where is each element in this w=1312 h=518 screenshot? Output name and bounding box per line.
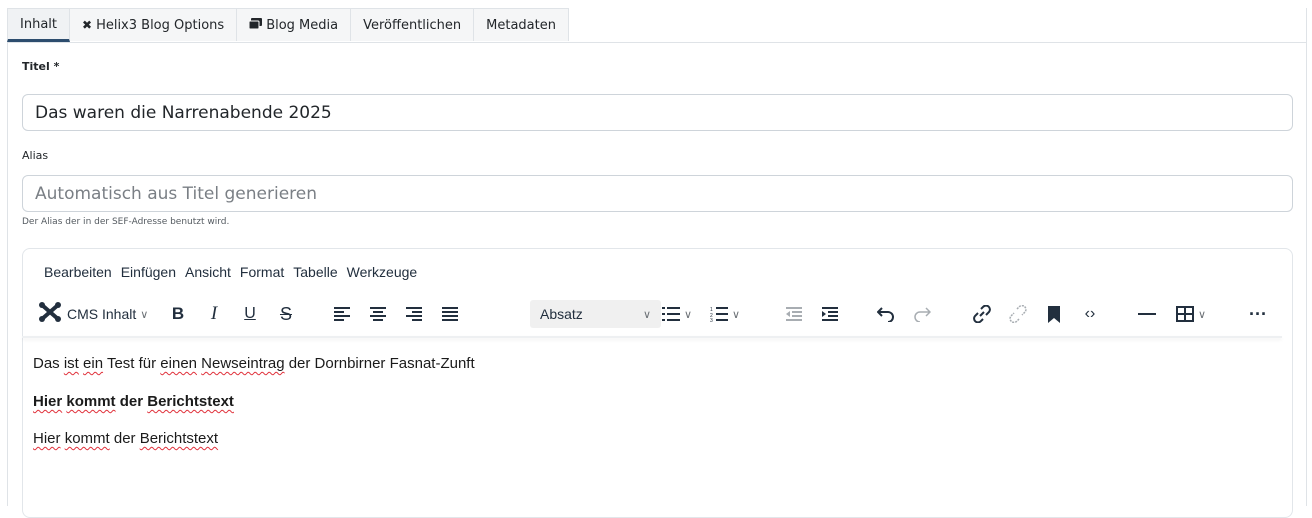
media-icon <box>248 18 263 32</box>
horizontal-line-icon <box>1138 313 1156 315</box>
underline-button[interactable]: U <box>238 298 262 330</box>
numbered-list-icon: 123 <box>710 307 728 322</box>
align-justify-icon <box>442 307 458 321</box>
tab-label: Helix3 Blog Options <box>96 17 225 33</box>
tab-bar: Inhalt ✖ Helix3 Blog Options Blog Media V… <box>7 8 1306 43</box>
align-left-icon <box>334 307 350 321</box>
misspelled-word: kommt <box>66 393 116 410</box>
align-justify-button[interactable] <box>438 298 462 330</box>
cms-content-label: CMS Inhalt <box>67 306 137 322</box>
bookmark-icon <box>1048 305 1060 323</box>
misspelled-word: Hier <box>33 393 63 410</box>
joomla-icon <box>38 301 62 328</box>
bookmark-button[interactable] <box>1042 298 1066 330</box>
menu-ansicht[interactable]: Ansicht <box>185 264 231 280</box>
source-code-button[interactable]: ‹› <box>1078 298 1102 330</box>
indent-button[interactable] <box>818 298 842 330</box>
tab-veroeffentlichen[interactable]: Veröffentlichen <box>351 8 475 41</box>
bullet-list-icon <box>661 307 680 321</box>
misspelled-word: kommt <box>64 430 110 447</box>
title-label: Titel * <box>22 60 60 73</box>
menu-einfuegen[interactable]: Einfügen <box>121 264 176 280</box>
tab-label: Veröffentlichen <box>363 17 462 33</box>
text: der Dornbirner Fasnat-Zunft <box>284 355 475 372</box>
unlink-icon <box>1009 305 1027 323</box>
toolbar-separator <box>22 336 1282 338</box>
more-icon: ··· <box>1249 303 1267 324</box>
undo-icon <box>877 307 894 322</box>
undo-button[interactable] <box>874 298 898 330</box>
alias-input[interactable] <box>22 175 1293 212</box>
menu-tabelle[interactable]: Tabelle <box>293 264 337 280</box>
tab-inhalt[interactable]: Inhalt <box>7 8 70 42</box>
tab-helix3-blog-options[interactable]: ✖ Helix3 Blog Options <box>70 8 238 41</box>
align-center-icon <box>370 307 386 321</box>
editor-paragraph-3[interactable]: Hier kommt der Berichtstext <box>33 430 218 447</box>
misspelled-word: Berichtstext <box>139 430 219 447</box>
menu-bearbeiten[interactable]: Bearbeiten <box>44 264 112 280</box>
text: Test für <box>103 355 161 372</box>
italic-button[interactable]: I <box>202 298 226 330</box>
table-icon <box>1175 306 1194 322</box>
menu-format[interactable]: Format <box>240 264 284 280</box>
align-left-button[interactable] <box>330 298 354 330</box>
tab-blog-media[interactable]: Blog Media <box>237 8 352 41</box>
text: der <box>115 393 148 410</box>
tab-label: Blog Media <box>266 17 339 33</box>
unlink-button[interactable] <box>1006 298 1030 330</box>
cms-content-button[interactable]: CMS Inhalt ∨ <box>38 298 150 330</box>
strikethrough-button[interactable]: S <box>274 298 298 330</box>
helix-icon: ✖ <box>82 18 93 32</box>
misspelled-word: ein <box>83 355 104 372</box>
misspelled-word: einen <box>160 355 197 372</box>
horizontal-line-button[interactable] <box>1132 298 1162 330</box>
indent-icon <box>822 307 838 321</box>
strikethrough-icon: S <box>279 303 292 324</box>
bullet-list-button[interactable]: ∨ <box>654 298 700 330</box>
misspelled-word: Hier <box>33 430 61 447</box>
align-center-button[interactable] <box>366 298 390 330</box>
block-format-select[interactable]: Absatz ∨ <box>530 300 661 328</box>
link-icon <box>973 305 991 323</box>
editor-paragraph-2[interactable]: Hier kommt der Berichtstext <box>33 393 234 410</box>
redo-icon <box>914 307 931 322</box>
redo-button[interactable] <box>910 298 934 330</box>
misspelled-word: ist <box>63 355 79 372</box>
tab-metadaten[interactable]: Metadaten <box>474 8 569 41</box>
alias-label: Alias <box>22 149 49 162</box>
chevron-down-icon: ∨ <box>140 308 149 321</box>
align-right-button[interactable] <box>402 298 426 330</box>
misspelled-word: Newseintrag <box>201 355 285 372</box>
chevron-down-icon: ∨ <box>642 308 651 321</box>
block-format-value: Absatz <box>540 306 583 322</box>
bold-icon: B <box>171 304 185 323</box>
outdent-button[interactable] <box>782 298 806 330</box>
numbered-list-button[interactable]: 123 ∨ <box>702 298 748 330</box>
align-right-icon <box>406 307 422 321</box>
link-button[interactable] <box>970 298 994 330</box>
editor-toolbar: CMS Inhalt ∨ B I U S Absatz ∨ ∨ 123 ∨ ‹›… <box>38 298 1278 330</box>
table-button[interactable]: ∨ <box>1168 298 1214 330</box>
text: der <box>109 430 140 447</box>
title-input[interactable] <box>22 94 1293 131</box>
more-button[interactable]: ··· <box>1246 298 1270 330</box>
svg-text:3: 3 <box>710 318 713 322</box>
alias-hint: Der Alias der in der SEF-Adresse benutzt… <box>22 217 230 227</box>
underline-icon: U <box>244 305 256 322</box>
text: Das <box>33 355 64 372</box>
code-icon: ‹› <box>1084 305 1096 322</box>
tab-label: Metadaten <box>486 17 556 33</box>
menu-werkzeuge[interactable]: Werkzeuge <box>347 264 418 280</box>
outdent-icon <box>786 307 802 321</box>
chevron-down-icon: ∨ <box>1197 308 1207 321</box>
misspelled-word: Berichtstext <box>147 393 234 410</box>
editor-paragraph-1[interactable]: Das ist ein Test für einen Newseintrag d… <box>33 355 475 372</box>
chevron-down-icon: ∨ <box>683 308 693 321</box>
editor-menubar: Bearbeiten Einfügen Ansicht Format Tabel… <box>44 264 426 280</box>
italic-icon: I <box>210 303 218 324</box>
editor-container <box>22 248 1293 518</box>
tab-label: Inhalt <box>20 16 57 32</box>
bold-button[interactable]: B <box>166 298 190 330</box>
chevron-down-icon: ∨ <box>731 308 741 321</box>
